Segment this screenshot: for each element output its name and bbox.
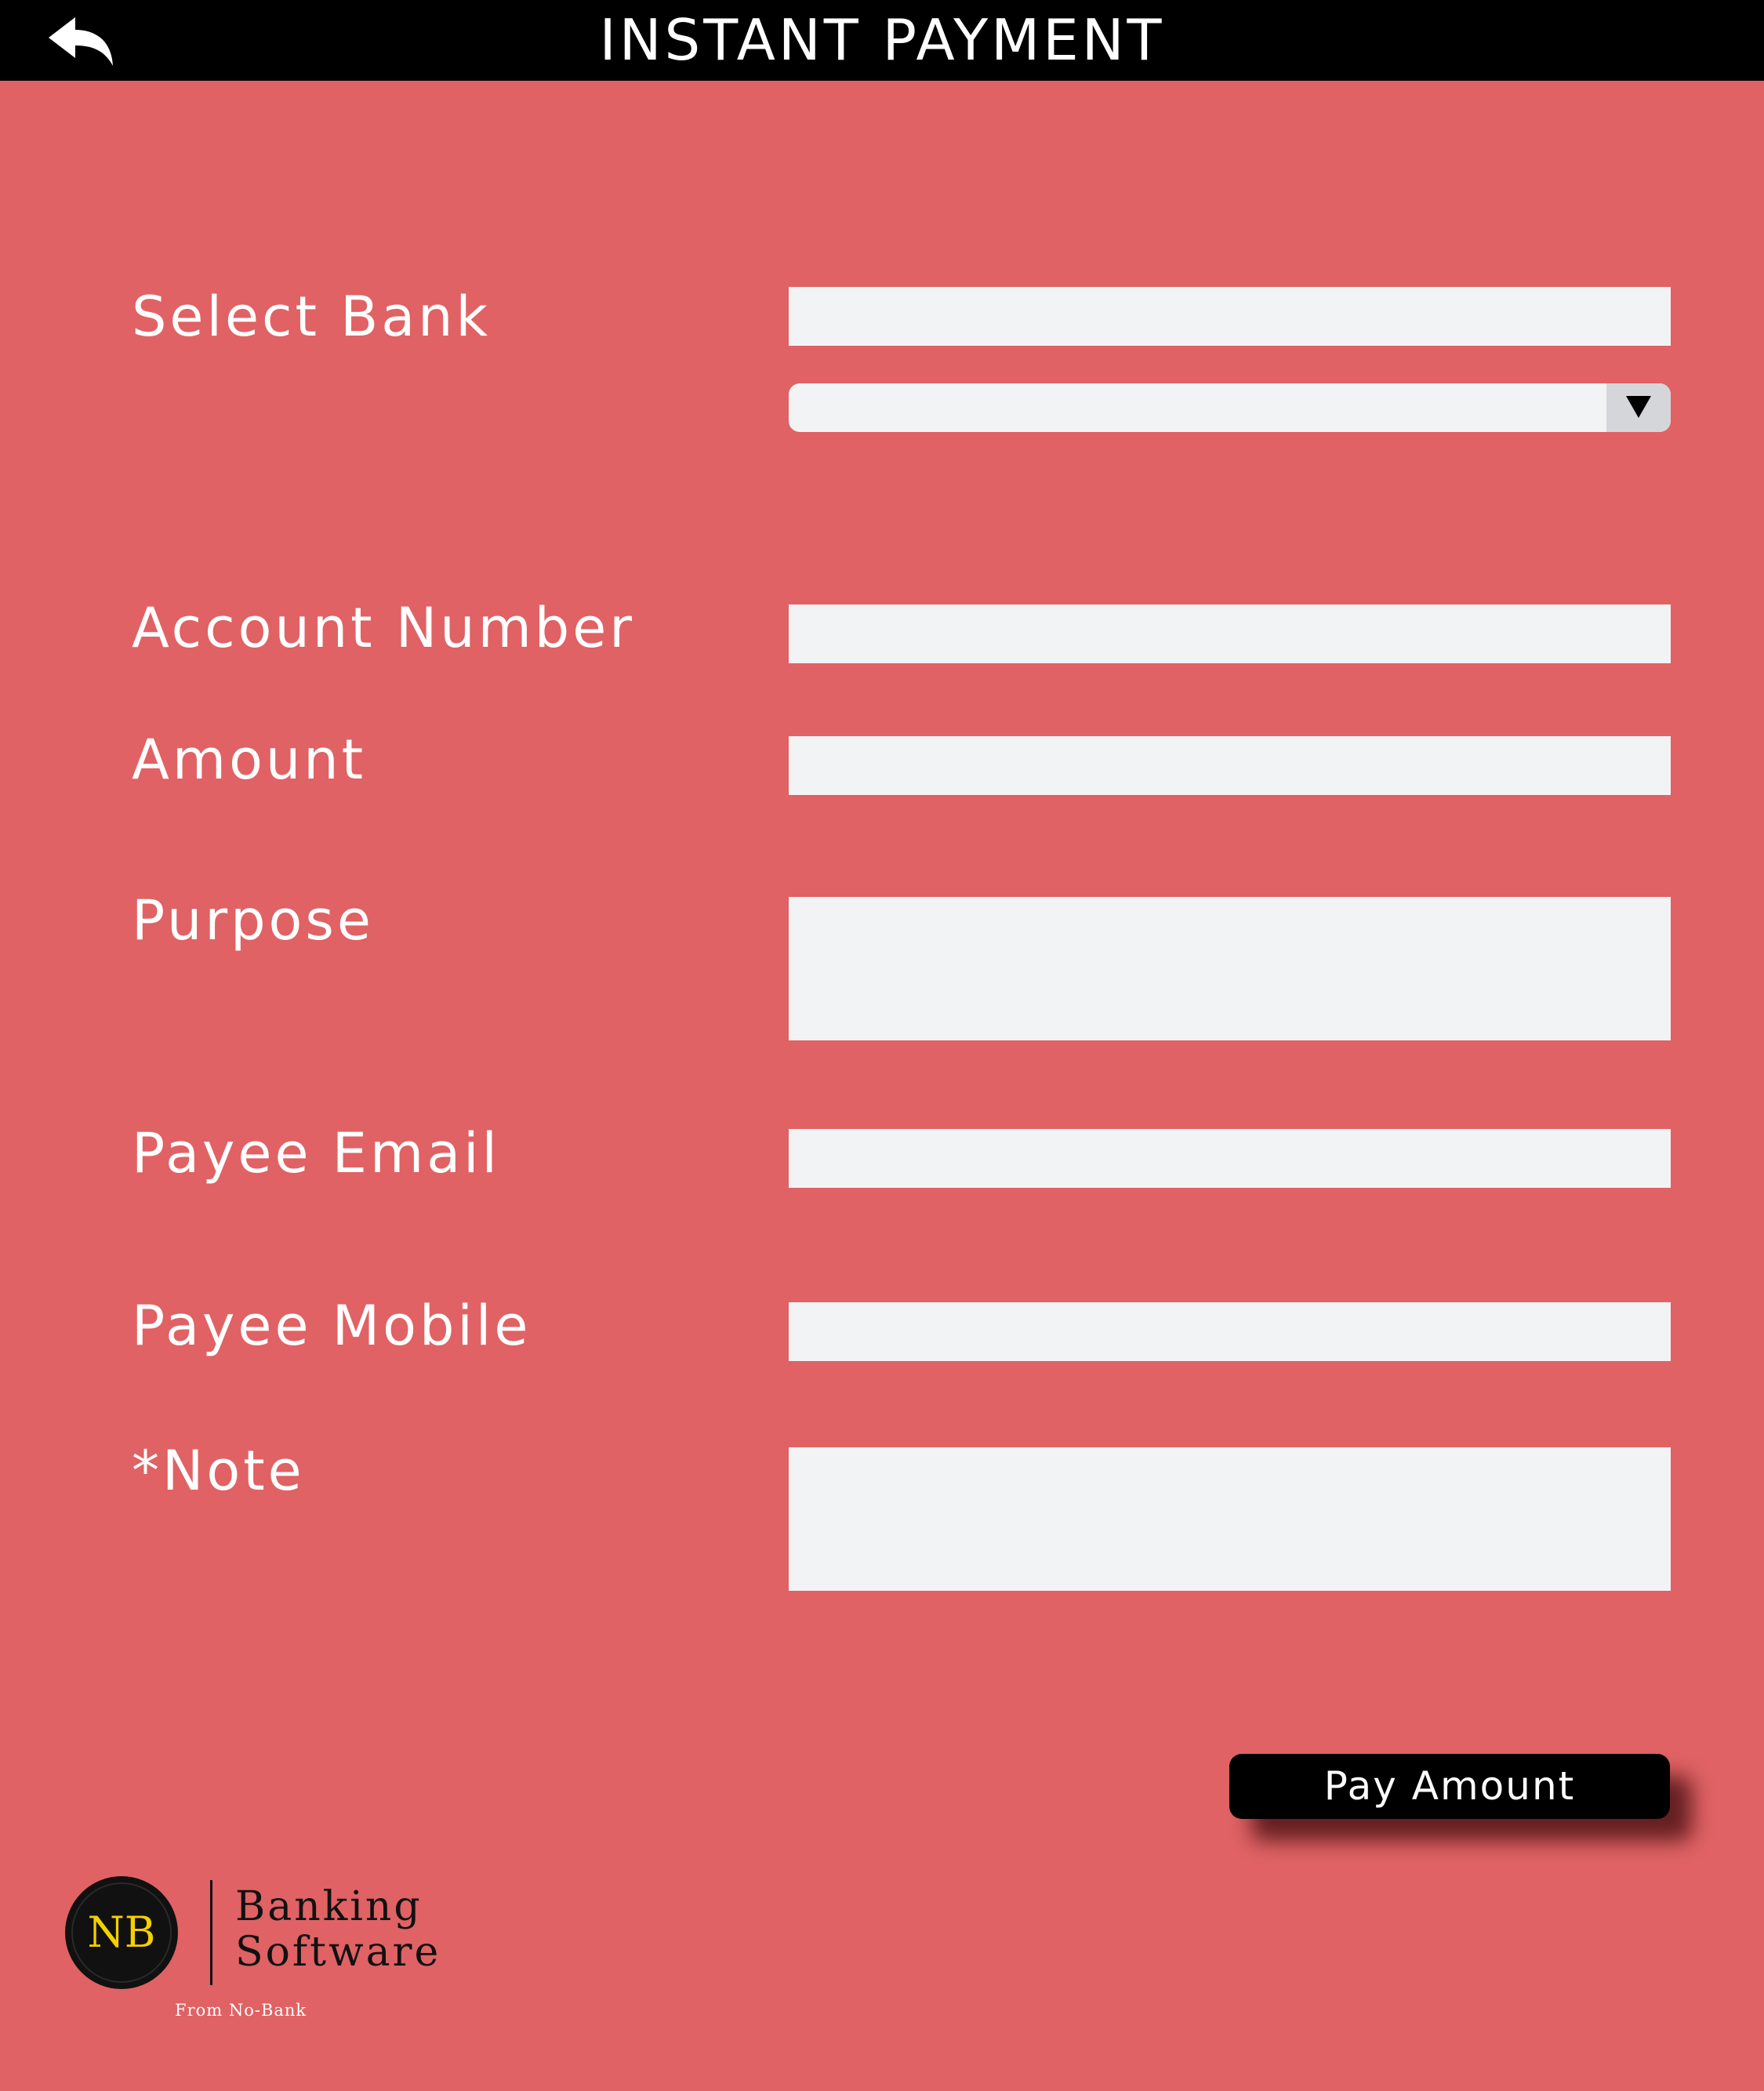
purpose-textarea[interactable] [789, 897, 1671, 1040]
amount-label: Amount [132, 728, 367, 792]
select-bank-label: Select Bank [132, 285, 492, 349]
payee-mobile-input[interactable] [789, 1302, 1671, 1361]
page-title: INSTANT PAYMENT [599, 7, 1165, 73]
pay-amount-button[interactable]: Pay Amount [1229, 1754, 1670, 1819]
payee-email-input[interactable] [789, 1129, 1671, 1188]
logo-divider [210, 1880, 212, 1985]
bank-search-input[interactable] [789, 287, 1671, 346]
app-header: INSTANT PAYMENT [0, 0, 1764, 81]
triangle-down-icon [1626, 396, 1651, 418]
amount-input[interactable] [789, 736, 1671, 795]
bank-select-dropdown[interactable] [789, 383, 1671, 432]
nb-logo: NB [63, 1874, 180, 1991]
logo-monogram: NB [88, 1908, 156, 1957]
payee-email-label: Payee Email [132, 1121, 500, 1185]
purpose-label: Purpose [132, 888, 374, 953]
payee-mobile-label: Payee Mobile [132, 1294, 532, 1358]
account-number-label: Account Number [132, 596, 636, 660]
note-textarea[interactable] [789, 1447, 1671, 1591]
logo-tagline: From No-Bank [175, 2001, 307, 2020]
note-label: *Note [132, 1439, 305, 1503]
logo-software-text: Software [235, 1929, 441, 1976]
account-number-input[interactable] [789, 604, 1671, 663]
logo-banking-text: Banking [235, 1883, 423, 1930]
dropdown-toggle[interactable] [1606, 383, 1671, 432]
